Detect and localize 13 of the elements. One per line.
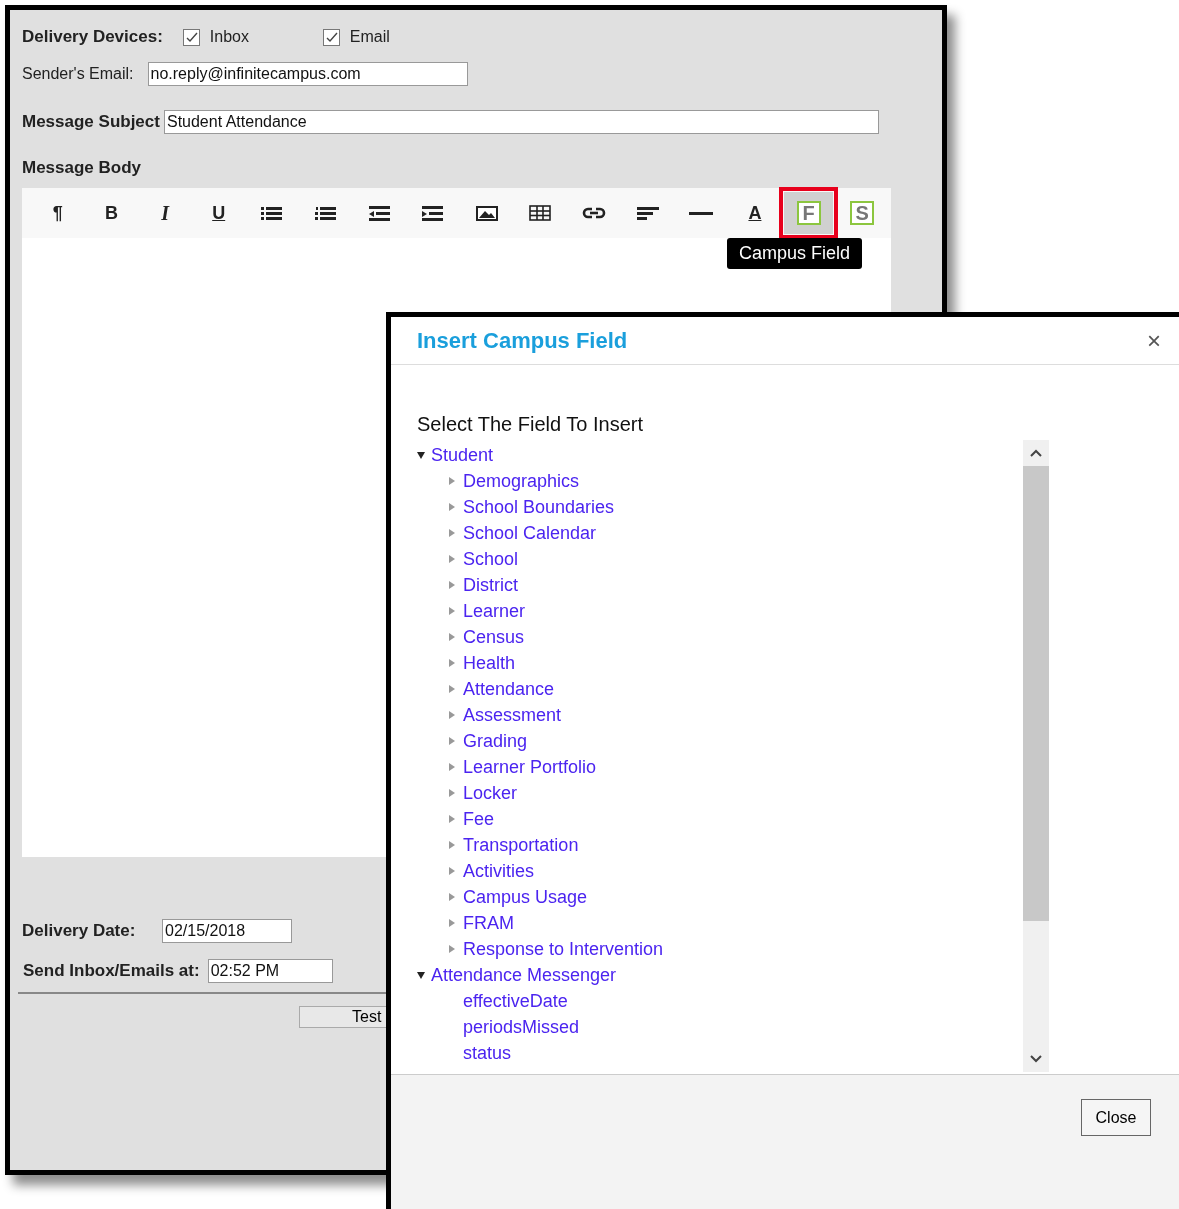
- checkbox-label: Inbox: [209, 28, 249, 46]
- field-insert-icon: F: [796, 201, 821, 225]
- field-label: Sender's Email:: [22, 65, 134, 83]
- dialog-heading: Select The Field To Insert: [417, 413, 645, 437]
- field-label: Message Subject: [22, 112, 160, 132]
- field-label: Message Body: [22, 158, 142, 178]
- field-label: Send Inbox/Emails at:: [23, 961, 200, 981]
- field-label: Delivery Date:: [22, 921, 137, 941]
- field-label: Delivery Devices:: [22, 27, 163, 47]
- checkbox-label: Email: [349, 28, 390, 46]
- field-insert-icon: S: [850, 201, 875, 225]
- tooltip: Campus Field: [727, 238, 863, 269]
- dialog-title: Insert Campus Field: [417, 327, 628, 354]
